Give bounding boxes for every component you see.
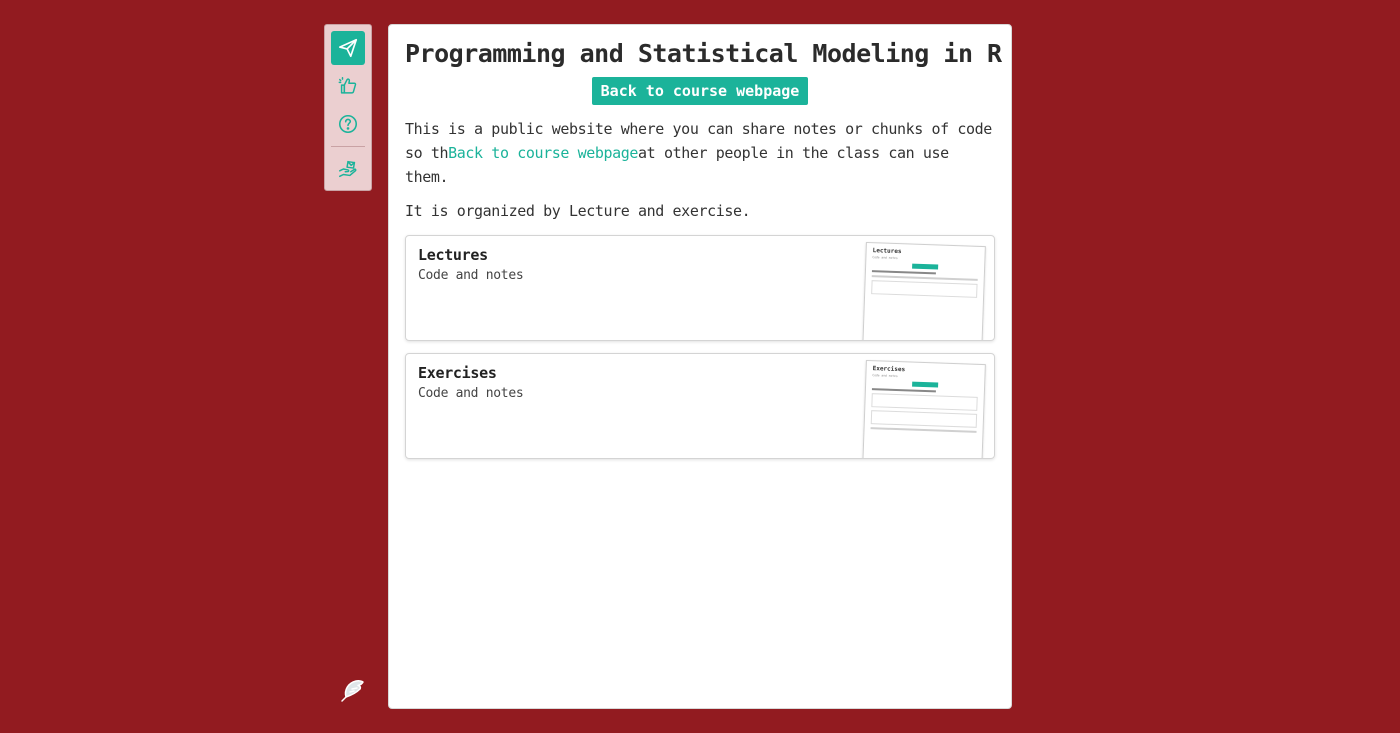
feather-icon[interactable] xyxy=(338,676,366,704)
intro-paragraph: This is a public website where you can s… xyxy=(405,117,995,189)
page-title: Programming and Statistical Modeling in … xyxy=(405,39,1002,68)
exercises-card[interactable]: Exercises Code and notes Exercises Code … xyxy=(405,353,995,459)
toolbar xyxy=(324,24,372,191)
thumbs-up-sparkle-icon xyxy=(338,77,357,94)
back-to-course-button[interactable]: Back to course webpage xyxy=(591,77,809,105)
help-button[interactable] xyxy=(331,107,365,141)
question-circle-icon xyxy=(338,114,358,134)
exercises-thumbnail: Exercises Code and notes xyxy=(862,359,986,458)
back-to-course-link[interactable]: Back to course webpage xyxy=(448,144,638,162)
organized-paragraph: It is organized by Lecture and exercise. xyxy=(405,202,751,220)
paper-plane-icon xyxy=(338,38,358,58)
like-button[interactable] xyxy=(331,69,365,103)
publish-button[interactable] xyxy=(331,31,365,65)
lectures-thumbnail: Lectures Code and notes xyxy=(862,241,986,340)
hand-share-icon xyxy=(339,160,357,178)
main-card: Programming and Statistical Modeling in … xyxy=(388,24,1012,709)
share-button[interactable] xyxy=(331,152,365,186)
toolbar-divider xyxy=(331,146,365,147)
lectures-card[interactable]: Lectures Code and notes Lectures Code an… xyxy=(405,235,995,341)
